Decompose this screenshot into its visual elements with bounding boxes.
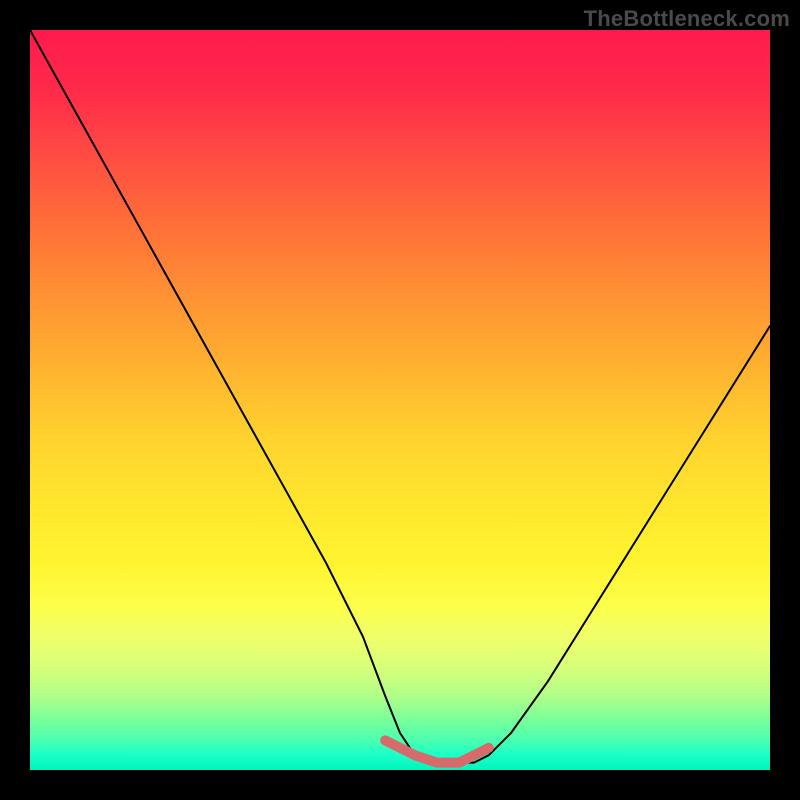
chart-frame: TheBottleneck.com — [0, 0, 800, 800]
curve-layer — [30, 30, 770, 770]
bottom-highlight — [385, 740, 489, 762]
watermark-text: TheBottleneck.com — [584, 6, 790, 32]
gradient-plot-area — [30, 30, 770, 770]
main-curve — [30, 30, 770, 763]
